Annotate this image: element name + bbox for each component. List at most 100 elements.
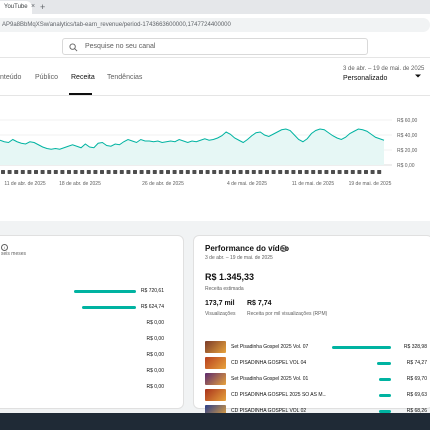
tab-audience[interactable]: Público (35, 74, 58, 81)
revenue-source-row[interactable]: R$ 0,00 (1, 384, 175, 392)
video-marker[interactable] (159, 170, 164, 174)
video-marker[interactable] (119, 170, 124, 174)
video-marker[interactable] (133, 170, 137, 174)
y-tick-label: R$ 0,00 (397, 163, 415, 169)
revenue-source-row[interactable]: R$ 0,00 (1, 320, 175, 328)
video-marker[interactable] (370, 170, 375, 174)
video-marker[interactable] (218, 170, 223, 174)
video-marker[interactable] (139, 170, 144, 174)
video-marker[interactable] (34, 170, 38, 174)
video-marker[interactable] (199, 170, 203, 174)
video-marker[interactable] (93, 170, 98, 174)
video-marker[interactable] (40, 170, 45, 174)
revenue-value: R$ 0,00 (146, 352, 164, 358)
video-marker[interactable] (67, 170, 71, 174)
revenue-value: R$ 720,61 (140, 288, 164, 294)
video-marker[interactable] (205, 170, 210, 174)
revenue-source-row[interactable]: R$ 0,00 (1, 336, 175, 344)
revenue-bar (82, 306, 136, 309)
video-marker[interactable] (364, 170, 368, 174)
video-row[interactable]: Set Pisadinha Gospel 2025 Vol. 07 R$ 328,… (205, 341, 427, 353)
video-title[interactable]: Set Pisadinha Gospel 2025 Vol. 07 (231, 344, 326, 350)
video-marker[interactable] (53, 170, 58, 174)
video-row[interactable]: CD PISADINHA GOSPEL 2025 SO AS M... R$ 69… (205, 389, 427, 401)
video-row[interactable]: Set Pisadinha Gospel 2025 Vol. 01 R$ 69,7… (205, 373, 427, 385)
video-thumbnail[interactable] (205, 357, 226, 369)
video-thumbnail[interactable] (205, 389, 226, 401)
video-marker[interactable] (284, 170, 289, 174)
browser-tab-bar: YouTube × + (0, 0, 430, 14)
video-marker[interactable] (73, 170, 78, 174)
video-marker[interactable] (126, 170, 131, 174)
video-thumbnail[interactable] (205, 341, 226, 353)
tab-revenue[interactable]: Receita (71, 74, 95, 81)
search-input[interactable]: Pesquise no seu canal (62, 38, 368, 55)
info-icon[interactable]: i (1, 244, 8, 251)
video-marker[interactable] (47, 170, 52, 174)
video-revenue-bar (378, 394, 391, 397)
video-marker[interactable] (324, 170, 329, 174)
video-marker[interactable] (60, 170, 65, 174)
video-marker[interactable] (317, 170, 322, 174)
tab-content[interactable]: nteúdo (0, 74, 21, 81)
video-marker[interactable] (113, 170, 118, 174)
video-marker[interactable] (106, 170, 111, 174)
video-marker[interactable] (291, 170, 296, 174)
video-row[interactable]: CD PISADINHA GOSPEL VOL 04 R$ 74,27 (205, 357, 427, 369)
tab-trends[interactable]: Tendências (107, 74, 142, 81)
info-icon[interactable]: i (280, 245, 287, 252)
video-marker[interactable] (86, 170, 91, 174)
video-marker[interactable] (146, 170, 151, 174)
revenue-bar (74, 290, 136, 293)
analytics-tabs-bar: nteúdo Público Receita Tendências 3 de a… (0, 58, 430, 96)
revenue-source-row[interactable]: R$ 0,00 (1, 352, 175, 360)
video-marker[interactable] (311, 170, 316, 174)
video-marker[interactable] (258, 170, 263, 174)
video-marker[interactable] (212, 170, 217, 174)
video-marker[interactable] (245, 170, 250, 174)
video-thumbnail[interactable] (205, 373, 226, 385)
video-marker[interactable] (344, 170, 349, 174)
video-marker[interactable] (271, 170, 276, 174)
revenue-source-row[interactable]: R$ 720,61 (1, 288, 175, 296)
video-marker[interactable] (1, 170, 5, 174)
video-marker[interactable] (331, 170, 335, 174)
video-marker[interactable] (27, 170, 32, 174)
video-marker[interactable] (14, 170, 19, 174)
revenue-source-row[interactable]: R$ 624,74 (1, 304, 175, 312)
video-marker[interactable] (80, 170, 85, 174)
browser-tab[interactable]: YouTube (0, 1, 32, 14)
video-marker[interactable] (377, 170, 382, 174)
video-marker[interactable] (100, 170, 104, 174)
video-revenue-value: R$ 69,70 (406, 376, 427, 382)
video-marker[interactable] (172, 170, 177, 174)
video-marker[interactable] (337, 170, 342, 174)
new-tab-button[interactable]: + (40, 1, 50, 13)
browser-tab-title: YouTube (4, 4, 28, 10)
video-title[interactable]: CD PISADINHA GOSPEL VOL 04 (231, 360, 326, 366)
video-marker[interactable] (265, 170, 269, 174)
video-marker[interactable] (357, 170, 362, 174)
video-marker[interactable] (7, 170, 12, 174)
revenue-source-row[interactable]: R$ 0,00 (1, 368, 175, 376)
video-marker[interactable] (298, 170, 302, 174)
video-marker[interactable] (166, 170, 170, 174)
video-marker[interactable] (278, 170, 283, 174)
video-marker[interactable] (304, 170, 309, 174)
video-revenue-value: R$ 74,27 (406, 360, 427, 366)
video-marker[interactable] (232, 170, 236, 174)
video-title[interactable]: Set Pisadinha Gospel 2025 Vol. 01 (231, 376, 326, 382)
close-tab-icon[interactable]: × (31, 1, 40, 13)
video-title[interactable]: CD PISADINHA GOSPEL 2025 SO AS M... (231, 392, 326, 398)
video-marker[interactable] (179, 170, 184, 174)
video-marker[interactable] (238, 170, 243, 174)
video-marker[interactable] (192, 170, 197, 174)
video-marker[interactable] (225, 170, 230, 174)
video-marker[interactable] (152, 170, 157, 174)
video-marker[interactable] (350, 170, 355, 174)
video-marker[interactable] (185, 170, 190, 174)
video-marker[interactable] (20, 170, 25, 174)
lower-section: i seis meses R$ 720,61 R$ 624,74 R$ 0,00 R$… (0, 221, 430, 417)
video-marker[interactable] (251, 170, 256, 174)
url-field[interactable]: AP9a8BbMqXSw/analytics/tab-earn_revenue/… (0, 18, 430, 32)
